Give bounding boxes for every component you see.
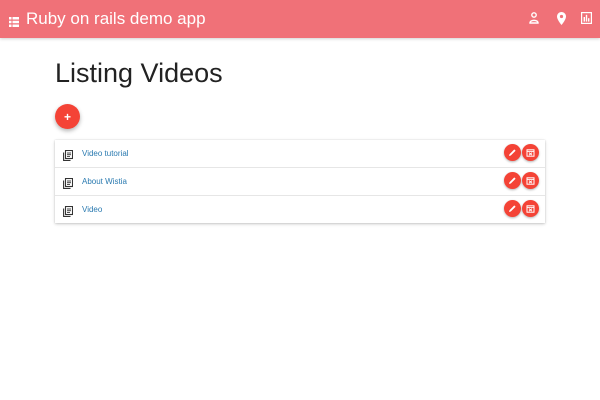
list-item: About Wistia bbox=[55, 168, 545, 196]
video-link[interactable]: Video bbox=[82, 204, 102, 215]
library-books-icon bbox=[63, 148, 74, 161]
calendar-remove-icon bbox=[526, 177, 535, 185]
list-item: Video tutorial bbox=[55, 140, 545, 168]
user-button[interactable] bbox=[527, 11, 541, 25]
location-pin-icon bbox=[556, 11, 566, 25]
plus-icon: + bbox=[63, 109, 71, 124]
edit-button[interactable] bbox=[504, 172, 521, 189]
app-title[interactable]: Ruby on rails demo app bbox=[26, 9, 206, 29]
video-link[interactable]: About Wistia bbox=[82, 176, 127, 187]
user-icon bbox=[529, 12, 539, 24]
page-title: Listing Videos bbox=[55, 58, 223, 88]
pencil-icon bbox=[509, 149, 516, 156]
video-link[interactable]: Video tutorial bbox=[82, 148, 129, 159]
library-books-icon bbox=[63, 204, 74, 217]
pencil-icon bbox=[509, 205, 516, 212]
reports-button[interactable] bbox=[579, 11, 593, 25]
add-video-button[interactable]: + bbox=[55, 104, 80, 129]
calendar-remove-icon bbox=[526, 149, 535, 157]
delete-button[interactable] bbox=[522, 172, 539, 189]
edit-button[interactable] bbox=[504, 144, 521, 161]
bar-chart-icon bbox=[580, 12, 592, 24]
list-item: Video bbox=[55, 196, 545, 223]
calendar-remove-icon bbox=[526, 205, 535, 213]
delete-button[interactable] bbox=[522, 144, 539, 161]
pencil-icon bbox=[509, 177, 516, 184]
delete-button[interactable] bbox=[522, 200, 539, 217]
grid-menu-icon[interactable] bbox=[9, 14, 19, 27]
edit-button[interactable] bbox=[504, 200, 521, 217]
video-list: Video tutorial About Wistia Video bbox=[55, 140, 545, 223]
library-books-icon bbox=[63, 176, 74, 189]
app-bar: Ruby on rails demo app bbox=[0, 0, 600, 38]
location-button[interactable] bbox=[554, 11, 568, 25]
